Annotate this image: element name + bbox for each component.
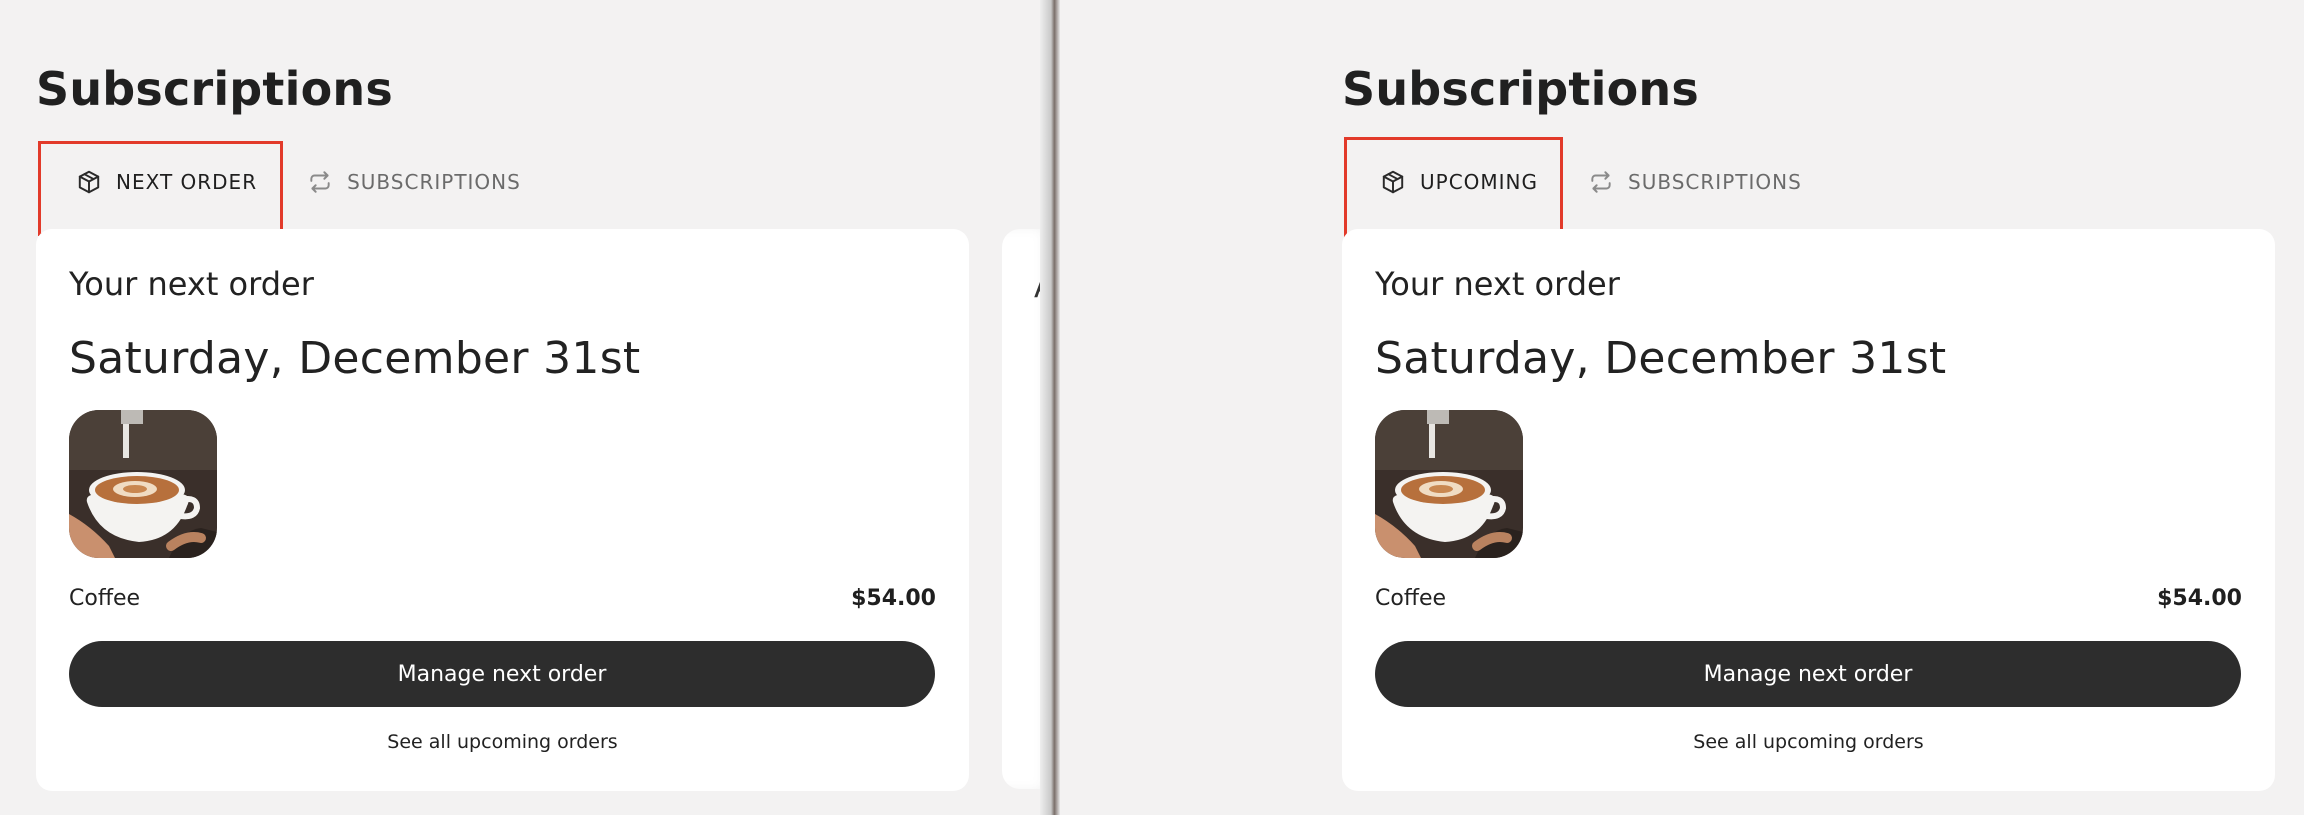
manage-next-order-button[interactable]: Manage next order [69,641,935,707]
next-order-card: Your next order Saturday, December 31st … [1342,229,2275,791]
tab-label: UPCOMING [1420,170,1539,194]
tab-label: SUBSCRIPTIONS [1628,170,1802,194]
product-name: Coffee [69,586,141,611]
tab-bar: NEXT ORDER SUBSCRIPTIONS [76,162,521,202]
tab-subscriptions[interactable]: SUBSCRIPTIONS [1588,162,1802,202]
repeat-icon [1588,169,1614,195]
card-heading: Your next order [69,265,314,303]
see-all-upcoming-orders-link[interactable]: See all upcoming orders [1342,731,2275,753]
product-image [69,410,217,558]
card-heading: Your next order [1375,265,1620,303]
panel-divider [1040,0,1060,815]
page-title: Subscriptions [1342,62,1699,116]
next-order-date: Saturday, December 31st [69,333,641,384]
tab-bar: UPCOMING SUBSCRIPTIONS [1380,162,1802,202]
product-image [1375,410,1523,558]
tab-upcoming[interactable]: UPCOMING [1380,162,1538,202]
next-order-card: Your next order Saturday, December 31st … [36,229,969,791]
manage-next-order-button[interactable]: Manage next order [1375,641,2241,707]
repeat-icon [307,169,333,195]
product-name: Coffee [1375,586,1447,611]
left-panel: Subscriptions NEXT ORDER SUBSCRIPTIONS Y… [0,0,1045,815]
product-price: $54.00 [851,586,936,611]
package-icon [1380,169,1406,195]
package-icon [76,169,102,195]
tab-next-order[interactable]: NEXT ORDER [76,162,257,202]
tab-subscriptions[interactable]: SUBSCRIPTIONS [307,162,521,202]
tab-label: NEXT ORDER [116,170,258,194]
tab-label: SUBSCRIPTIONS [347,170,521,194]
see-all-upcoming-orders-link[interactable]: See all upcoming orders [36,731,969,753]
product-price: $54.00 [2157,586,2242,611]
next-card-peek [1002,229,1045,789]
page-title: Subscriptions [36,62,393,116]
next-order-date: Saturday, December 31st [1375,333,1947,384]
right-panel: Subscriptions UPCOMING SUBSCRIPTIONS You… [1060,0,2304,815]
